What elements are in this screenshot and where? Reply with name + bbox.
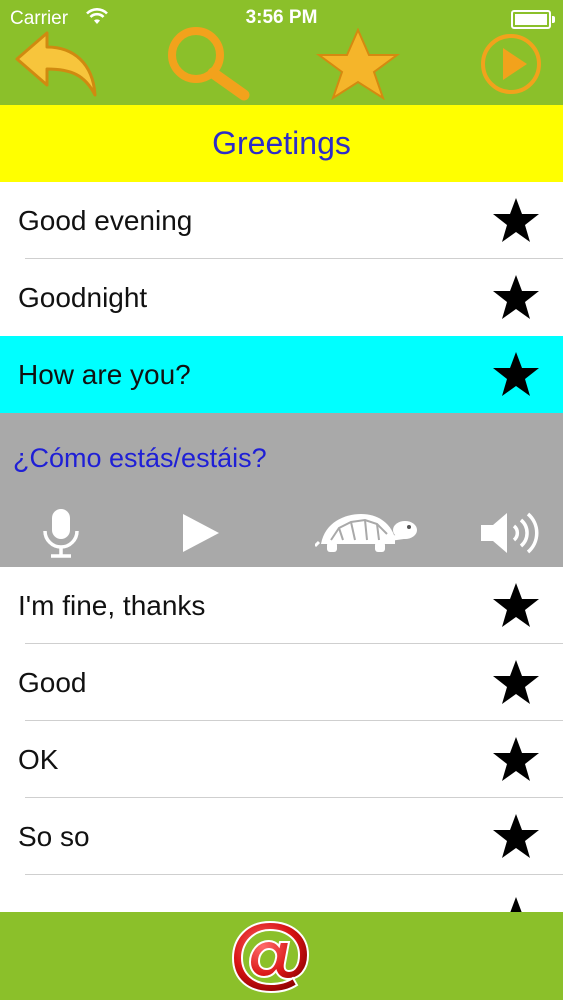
translation-panel: ¿Cómo estás/estáis? [0, 413, 563, 567]
favorite-star-icon[interactable] [491, 581, 541, 631]
phrase-row[interactable]: I'm fine, thanks [0, 567, 563, 644]
phrase-row[interactable]: So so [0, 798, 563, 875]
play-icon[interactable] [478, 28, 544, 100]
at-sign-icon[interactable] [229, 918, 311, 996]
speaker-icon[interactable] [476, 505, 546, 561]
turtle-slow-icon[interactable] [314, 505, 420, 561]
phrase-label: So so [18, 821, 90, 852]
translation-text: ¿Cómo estás/estáis? [13, 443, 267, 473]
bottom-toolbar [0, 912, 563, 1000]
search-icon[interactable] [160, 27, 252, 101]
section-title: Greetings [212, 125, 351, 161]
favorite-star-icon[interactable] [491, 273, 541, 323]
play-icon[interactable] [174, 505, 226, 561]
phrase-label: How are you? [18, 359, 191, 390]
section-title-bar: Greetings [0, 105, 563, 182]
star-icon[interactable] [312, 28, 404, 100]
phrase-label: OK [18, 744, 59, 775]
favorite-star-icon[interactable] [491, 350, 541, 400]
phrase-label: Good [18, 667, 87, 698]
phrase-label: Good evening [18, 205, 193, 236]
phrase-row[interactable]: Good evening [0, 182, 563, 259]
phrase-row[interactable]: OK [0, 721, 563, 798]
phrase-label: I'm fine, thanks [18, 590, 206, 621]
back-arrow-icon[interactable] [10, 28, 100, 100]
top-toolbar: Carrier 3:56 PM [0, 0, 563, 105]
favorite-star-icon[interactable] [491, 812, 541, 862]
favorite-star-icon[interactable] [491, 658, 541, 708]
phrase-label: Goodnight [18, 282, 148, 313]
phrase-row[interactable]: Good [0, 644, 563, 721]
phrase-row-selected[interactable]: How are you? [0, 336, 563, 413]
favorite-star-icon[interactable] [491, 196, 541, 246]
microphone-icon[interactable] [38, 505, 84, 561]
phrase-row[interactable]: Goodnight [0, 259, 563, 336]
favorite-star-icon[interactable] [491, 735, 541, 785]
battery-icon [511, 10, 555, 29]
clock-time: 3:56 PM [245, 7, 318, 28]
